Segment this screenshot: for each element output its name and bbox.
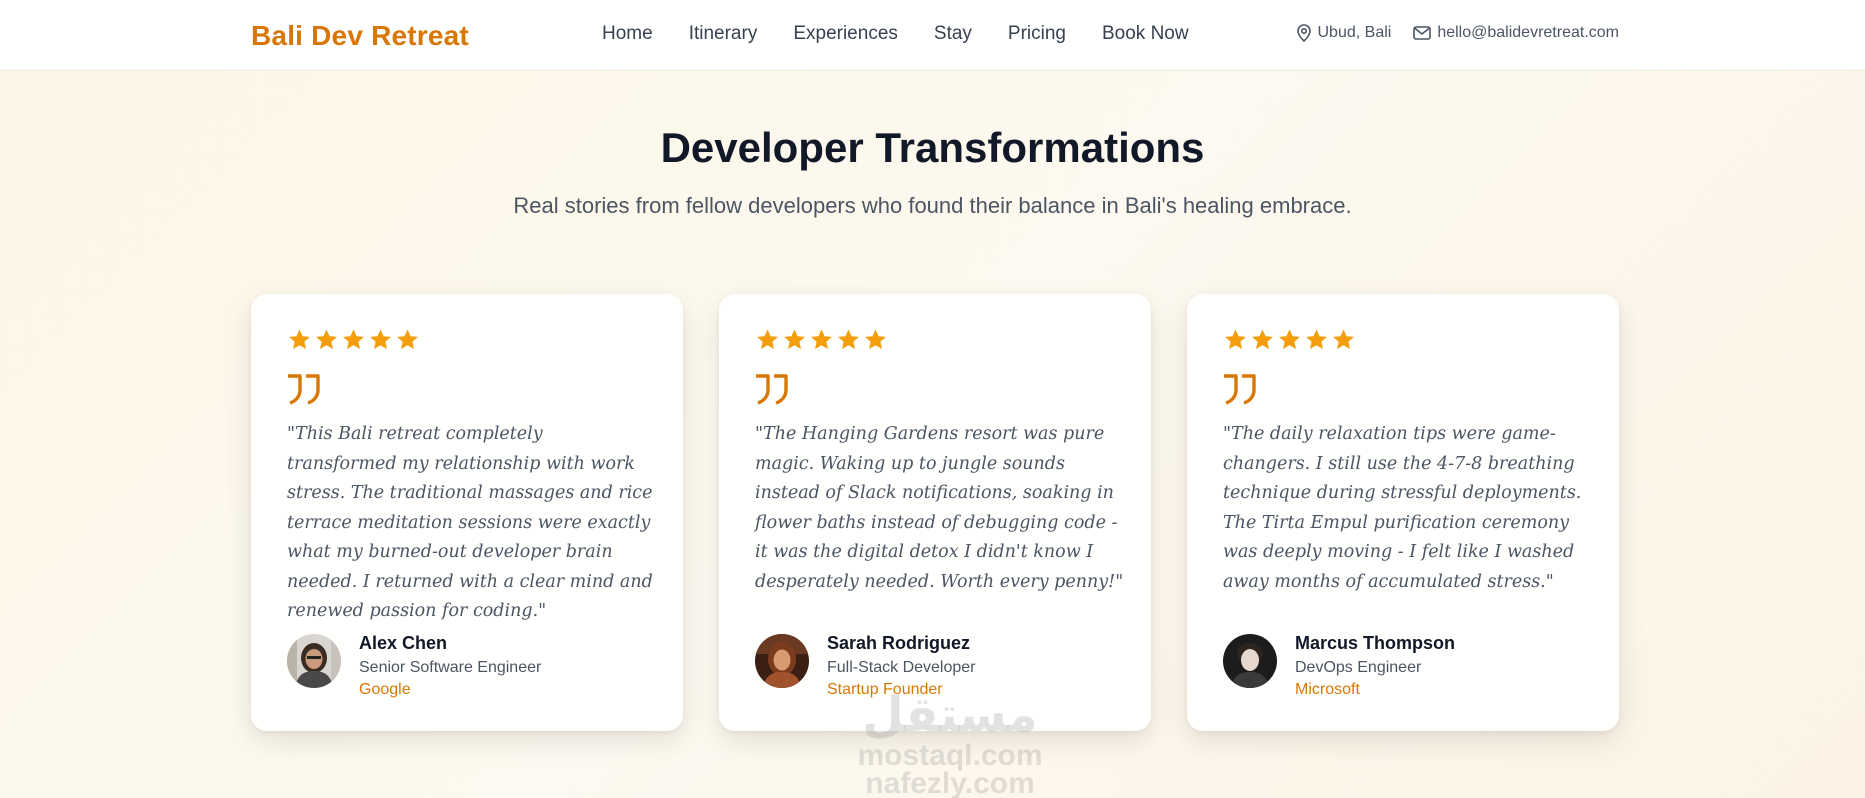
star-icon	[838, 329, 859, 349]
email-info[interactable]: hello@balidevretreat.com	[1413, 24, 1619, 42]
nav-book-now[interactable]: Book Now	[1102, 23, 1189, 45]
author-role: DevOps Engineer	[1295, 659, 1422, 676]
quote-icon	[756, 374, 788, 405]
author-company: Microsoft	[1295, 681, 1360, 698]
testimonial-author: Marcus Thompson DevOps Engineer Microsof…	[1223, 631, 1455, 701]
email-text[interactable]: hello@balidevretreat.com	[1437, 24, 1619, 42]
star-icon	[289, 329, 310, 349]
star-rating	[287, 328, 422, 352]
location-info: Ubud, Bali	[1296, 24, 1392, 42]
author-details: Marcus Thompson DevOps Engineer Microsof…	[1295, 631, 1455, 701]
quote-icon	[1224, 374, 1256, 405]
nav-stay[interactable]: Stay	[934, 23, 972, 45]
author-company: Google	[359, 681, 411, 698]
testimonial-quote: "This Bali retreat completely transforme…	[287, 424, 653, 621]
testimonial-quote: "The Hanging Gardens resort was pure mag…	[755, 424, 1124, 592]
star-icon	[1306, 329, 1327, 349]
watermark-url: nafezly.com	[865, 767, 1035, 798]
author-name: Sarah Rodriguez	[827, 633, 971, 653]
section-subtitle: Real stories from fellow developers who …	[513, 193, 1352, 218]
nav-experiences[interactable]: Experiences	[793, 23, 898, 45]
testimonial-author: Alex Chen Senior Software Engineer Googl…	[287, 631, 541, 701]
testimonial-quote: "The daily relaxation tips were game-cha…	[1223, 424, 1582, 592]
mail-icon	[1413, 26, 1432, 40]
author-details: Sarah Rodriguez Full-Stack Developer Sta…	[827, 631, 976, 701]
section-title: Developer Transformations	[660, 124, 1205, 171]
avatar	[755, 634, 809, 688]
testimonial-list: "This Bali retreat completely transforme…	[251, 294, 1619, 731]
testimonial-card: "The daily relaxation tips were game-cha…	[1187, 294, 1619, 731]
star-icon	[865, 329, 886, 349]
watermark-url: mostaql.com	[857, 739, 1043, 772]
star-icon	[370, 329, 391, 349]
author-details: Alex Chen Senior Software Engineer Googl…	[359, 631, 541, 701]
avatar	[287, 634, 341, 688]
author-company: Startup Founder	[827, 681, 943, 698]
star-rating	[755, 328, 890, 352]
quote-icon	[288, 374, 320, 405]
site-header: Bali Dev Retreat Home Itinerary Experien…	[0, 0, 1865, 71]
star-icon	[316, 329, 337, 349]
author-role: Full-Stack Developer	[827, 659, 976, 676]
nav-itinerary[interactable]: Itinerary	[689, 23, 758, 45]
star-icon	[1252, 329, 1273, 349]
main-nav: Home Itinerary Experiences Stay Pricing …	[602, 23, 1225, 45]
author-role: Senior Software Engineer	[359, 659, 542, 676]
star-icon	[784, 329, 805, 349]
map-pin-icon	[1296, 24, 1311, 42]
author-name: Marcus Thompson	[1295, 633, 1456, 653]
author-name: Alex Chen	[359, 633, 448, 653]
header-contact: Ubud, Bali hello@balidevretreat.com	[1274, 24, 1619, 42]
nav-home[interactable]: Home	[602, 23, 653, 45]
star-icon	[343, 329, 364, 349]
brand-logo[interactable]: Bali Dev Retreat	[251, 20, 469, 52]
star-icon	[1279, 329, 1300, 349]
nav-pricing[interactable]: Pricing	[1008, 23, 1066, 45]
star-icon	[1333, 329, 1354, 349]
star-icon	[397, 329, 418, 349]
location-text: Ubud, Bali	[1317, 24, 1392, 41]
testimonial-card: "This Bali retreat completely transforme…	[251, 294, 683, 731]
star-rating	[1223, 328, 1358, 352]
star-icon	[1225, 329, 1246, 349]
star-icon	[757, 329, 778, 349]
testimonial-card: "The Hanging Gardens resort was pure mag…	[719, 294, 1151, 731]
testimonial-author: Sarah Rodriguez Full-Stack Developer Sta…	[755, 631, 976, 701]
avatar	[1223, 634, 1277, 688]
star-icon	[811, 329, 832, 349]
